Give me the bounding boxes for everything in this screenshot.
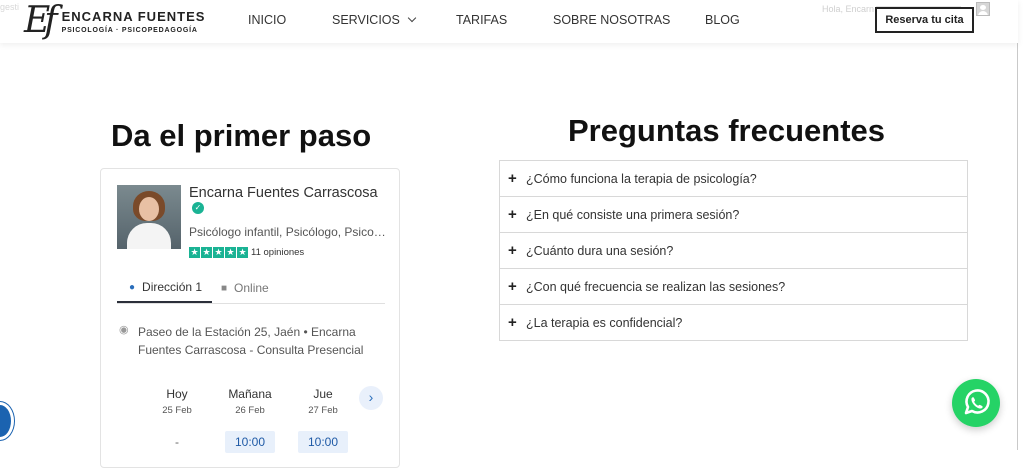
whatsapp-icon	[964, 389, 990, 415]
nav-sobre-nosotras[interactable]: SOBRE NOSOTRAS	[553, 13, 670, 27]
tab-label: Online	[234, 281, 269, 295]
whatsapp-button[interactable]	[952, 379, 1000, 427]
faq-question: ¿Con qué frecuencia se realizan las sesi…	[526, 279, 786, 294]
verified-check-icon: ✓	[192, 202, 204, 214]
plus-icon: +	[508, 206, 517, 223]
star-icon: ★	[213, 247, 224, 258]
faq-item[interactable]: + ¿La terapia es confidencial?	[499, 304, 968, 341]
plus-icon: +	[508, 242, 517, 259]
faq-item[interactable]: + ¿En qué consiste una primera sesión?	[499, 196, 968, 233]
doctor-name[interactable]: Encarna Fuentes Carrascosa	[189, 185, 378, 201]
slot-day-1: Mañana 26 Feb 10:00	[220, 387, 280, 453]
video-camera-icon: ■	[221, 282, 228, 294]
greeting-text: Hola, Encarn	[822, 4, 875, 14]
address-tabs: ● Dirección 1 ■ Online	[117, 273, 385, 304]
faq-question: ¿Cómo funciona la terapia de psicología?	[526, 171, 757, 186]
next-days-button[interactable]: ›	[359, 386, 383, 410]
map-pin-icon: ◉	[119, 324, 129, 336]
nav-servicios-label: SERVICIOS	[332, 13, 400, 27]
slot-day-2: Jue 27 Feb 10:00	[293, 387, 353, 453]
site-header: gesti Ef ENCARNA FUENTES PSICOLOGÍA · PS…	[0, 0, 1018, 43]
logo-subtitle: PSICOLOGÍA · PSICOPEDAGOGÍA	[61, 26, 198, 34]
reviews-count-link[interactable]: 11 opiniones	[251, 247, 304, 258]
nav-blog[interactable]: BLOG	[705, 13, 740, 27]
logo-text: ENCARNA FUENTES PSICOLOGÍA · PSICOPEDAGO…	[62, 9, 206, 34]
slot-day-label: Jue	[313, 387, 333, 401]
slot-day-label: Hoy	[166, 387, 188, 401]
chevron-down-icon	[407, 13, 417, 23]
faq-question: ¿En qué consiste una primera sesión?	[526, 207, 740, 222]
booking-widget: Encarna Fuentes Carrascosa ✓ Psicólogo i…	[100, 168, 400, 468]
faq-heading: Preguntas frecuentes	[568, 113, 885, 148]
tab-direccion-1[interactable]: ● Dirección 1	[117, 273, 212, 303]
logo-name: ENCARNA FUENTES	[61, 8, 206, 24]
ghost-text: gesti	[0, 2, 20, 12]
slot-date: 25 Feb	[162, 405, 192, 416]
faq-question: ¿Cuánto dura una sesión?	[526, 243, 674, 258]
plus-icon: +	[508, 314, 517, 331]
photo-body	[127, 223, 171, 249]
book-appointment-button[interactable]: Reserva tu cita	[875, 7, 974, 33]
booking-heading: Da el primer paso	[111, 118, 372, 153]
nav-inicio[interactable]: INICIO	[248, 13, 286, 27]
nav-servicios[interactable]: SERVICIOS	[332, 13, 417, 27]
star-icon: ★	[189, 247, 200, 258]
faq-question: ¿La terapia es confidencial?	[526, 315, 683, 330]
faq-accordion: + ¿Cómo funciona la terapia de psicología…	[499, 160, 968, 341]
map-pin-icon: ●	[129, 281, 136, 293]
slot-date: 27 Feb	[308, 405, 338, 416]
star-icon: ★	[237, 247, 248, 258]
plus-icon: +	[508, 278, 517, 295]
doctor-photo[interactable]	[117, 185, 181, 249]
plus-icon: +	[508, 170, 517, 187]
clinic-address: Paseo de la Estación 25, Jaén • Encarna …	[138, 325, 364, 357]
faq-item[interactable]: + ¿Cuánto dura una sesión?	[499, 232, 968, 269]
tab-online[interactable]: ■ Online	[221, 273, 269, 303]
site-logo[interactable]: Ef ENCARNA FUENTES PSICOLOGÍA · PSICOPED…	[24, 2, 205, 40]
rating-stars[interactable]: ★ ★ ★ ★ ★	[189, 247, 249, 258]
faq-item[interactable]: + ¿Con qué frecuencia se realizan las ses…	[499, 268, 968, 305]
faq-item[interactable]: + ¿Cómo funciona la terapia de psicología…	[499, 160, 968, 197]
doctor-specialties: Psicólogo infantil, Psicólogo, Psico…	[189, 225, 386, 239]
tab-label: Dirección 1	[142, 280, 203, 294]
photo-face	[139, 197, 159, 221]
nav-tarifas[interactable]: TARIFAS	[456, 13, 507, 27]
star-icon: ★	[225, 247, 236, 258]
slot-day-0: Hoy 25 Feb -	[147, 387, 207, 453]
slot-day-label: Mañana	[228, 387, 272, 401]
logo-mark: Ef	[24, 0, 58, 41]
star-icon: ★	[201, 247, 212, 258]
user-avatar-icon[interactable]	[976, 2, 990, 16]
slot-date: 26 Feb	[235, 405, 265, 416]
